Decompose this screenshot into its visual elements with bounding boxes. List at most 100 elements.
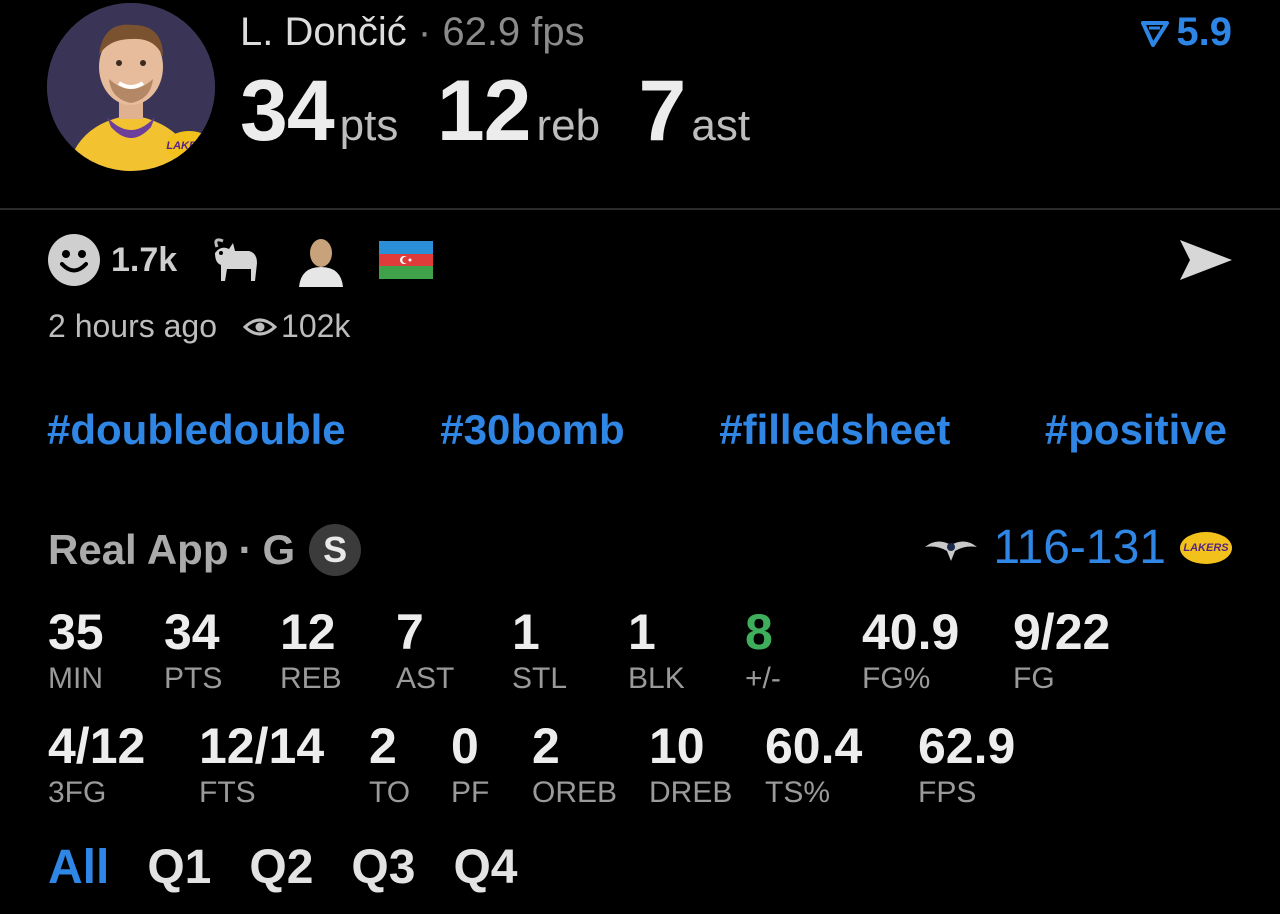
stat-blk: 1 BLK (628, 606, 685, 696)
send-icon (1180, 240, 1232, 280)
stat-value: 0 (451, 718, 479, 774)
stat-value: 7 (396, 604, 424, 660)
eye-icon (243, 318, 278, 335)
reactions-bar: 1.7k (47, 233, 434, 287)
hashtag[interactable]: #filledsheet (719, 406, 950, 454)
person-emoji-icon[interactable] (293, 233, 349, 287)
stat-label: OREB (532, 776, 618, 809)
stat-oreb: 2 OREB (532, 720, 617, 810)
stat-value: 34 (164, 604, 220, 660)
share-button[interactable] (1178, 236, 1234, 289)
tab-all[interactable]: All (48, 840, 109, 895)
headline-ast-value: 7 (638, 63, 687, 159)
view-count: 102k (243, 308, 350, 345)
stat-to: 2 TO (369, 720, 410, 810)
headline-ast-unit: ast (691, 101, 751, 150)
headline-stats: 34 pts 12 reb 7 ast (240, 62, 784, 161)
stat-label: DREB (649, 776, 733, 809)
stat-value: 10 (649, 718, 705, 774)
stat-label: +/- (745, 662, 781, 695)
stat-min: 35 MIN (48, 606, 104, 696)
stat-value: 9/22 (1013, 604, 1111, 660)
headline-reb-unit: reb (536, 101, 601, 150)
stat-fg-pct: 40.9 FG% (862, 606, 959, 696)
game-source-line: Real App · G S (48, 524, 362, 576)
stat-label: AST (396, 662, 455, 695)
stat-fps: 62.9 FPS (918, 720, 1015, 810)
azerbaijan-flag-icon[interactable] (379, 241, 434, 279)
source-app: Real App (48, 526, 229, 573)
post-time: 2 hours ago (48, 308, 218, 344)
goat-icon[interactable] (207, 233, 263, 287)
headline-reb-value: 12 (436, 63, 532, 159)
tab-q4[interactable]: Q4 (453, 840, 517, 895)
player-avatar[interactable]: LAKERS (47, 3, 215, 171)
stat-fg: 9/22 FG (1013, 606, 1110, 696)
stat-value: 4/12 (48, 718, 146, 774)
reaction-count: 1.7k (111, 240, 178, 279)
lakers-logo-text: LAKERS (1183, 541, 1229, 554)
stat-label: FG% (862, 662, 931, 695)
stat-label: FTS (199, 776, 256, 809)
hashtag[interactable]: #30bomb (440, 406, 624, 454)
header-divider (0, 208, 1280, 210)
stat-label: PF (451, 776, 490, 809)
stat-label: MIN (48, 662, 103, 695)
stat-value: 2 (369, 718, 397, 774)
stat-3fg: 4/12 3FG (48, 720, 145, 810)
view-count-value: 102k (281, 308, 351, 344)
headline-pts-unit: pts (339, 101, 399, 150)
lakers-logo: LAKERS (1180, 531, 1232, 564)
stat-plus-minus: 8 +/- (745, 606, 781, 696)
stat-value: 62.9 (918, 718, 1016, 774)
trend-value: 5.9 (1176, 10, 1232, 54)
stat-label: TO (369, 776, 411, 809)
player-position: G (262, 526, 296, 573)
stat-reb: 12 REB (280, 606, 342, 696)
stat-value: 1 (628, 604, 656, 660)
stat-ast: 7 AST (396, 606, 454, 696)
title-separator: · (417, 10, 432, 54)
player-title-line: L. Dončić · 62.9 fps (240, 10, 585, 55)
stat-value: 60.4 (765, 718, 863, 774)
source-separator: · (238, 526, 253, 573)
lakers-logo-text: LAKERS (166, 140, 212, 152)
stat-stl: 1 STL (512, 606, 567, 696)
stat-value: 40.9 (862, 604, 960, 660)
trend-indicator[interactable]: 5.9 (1140, 10, 1232, 55)
quarter-tabs: All Q1 Q2 Q3 Q4 (48, 840, 517, 895)
stat-label: FG (1013, 662, 1055, 695)
hashtag-list: #doubledouble #30bomb #filledsheet #posi… (47, 406, 1227, 454)
stat-label: 3FG (48, 776, 107, 809)
stat-label: TS% (765, 776, 831, 809)
stat-pts: 34 PTS (164, 606, 222, 696)
player-name[interactable]: L. Dončić (240, 10, 407, 54)
stat-label: FPS (918, 776, 977, 809)
stat-ts-pct: 60.4 TS% (765, 720, 862, 810)
tab-q1[interactable]: Q1 (147, 840, 211, 895)
fantasy-points-text: 62.9 fps (442, 10, 585, 54)
score-text: 116-131 (993, 521, 1166, 574)
hashtag[interactable]: #doubledouble (47, 406, 346, 454)
smiley-icon[interactable] (47, 233, 101, 287)
stat-label: STL (512, 662, 568, 695)
stat-value: 2 (532, 718, 560, 774)
headline-pts-value: 34 (240, 63, 335, 159)
stat-value: 8 (745, 604, 773, 660)
stat-value: 12/14 (199, 718, 325, 774)
stat-label: REB (280, 662, 342, 695)
hashtag[interactable]: #positive (1045, 406, 1227, 454)
stat-label: BLK (628, 662, 685, 695)
stat-dreb: 10 DREB (649, 720, 732, 810)
tab-q2[interactable]: Q2 (249, 840, 313, 895)
stat-value: 12 (280, 604, 336, 660)
status-badge: S (309, 524, 362, 576)
pelicans-logo (925, 540, 978, 561)
stat-fts: 12/14 FTS (199, 720, 324, 810)
lakers-logo: LAKERS (165, 131, 213, 161)
stat-value: 35 (48, 604, 104, 660)
game-score[interactable]: 116-131 LAKERS (923, 520, 1232, 575)
stat-pf: 0 PF (451, 720, 489, 810)
tab-q3[interactable]: Q3 (351, 840, 415, 895)
post-meta: 2 hours ago 102k (48, 308, 350, 345)
